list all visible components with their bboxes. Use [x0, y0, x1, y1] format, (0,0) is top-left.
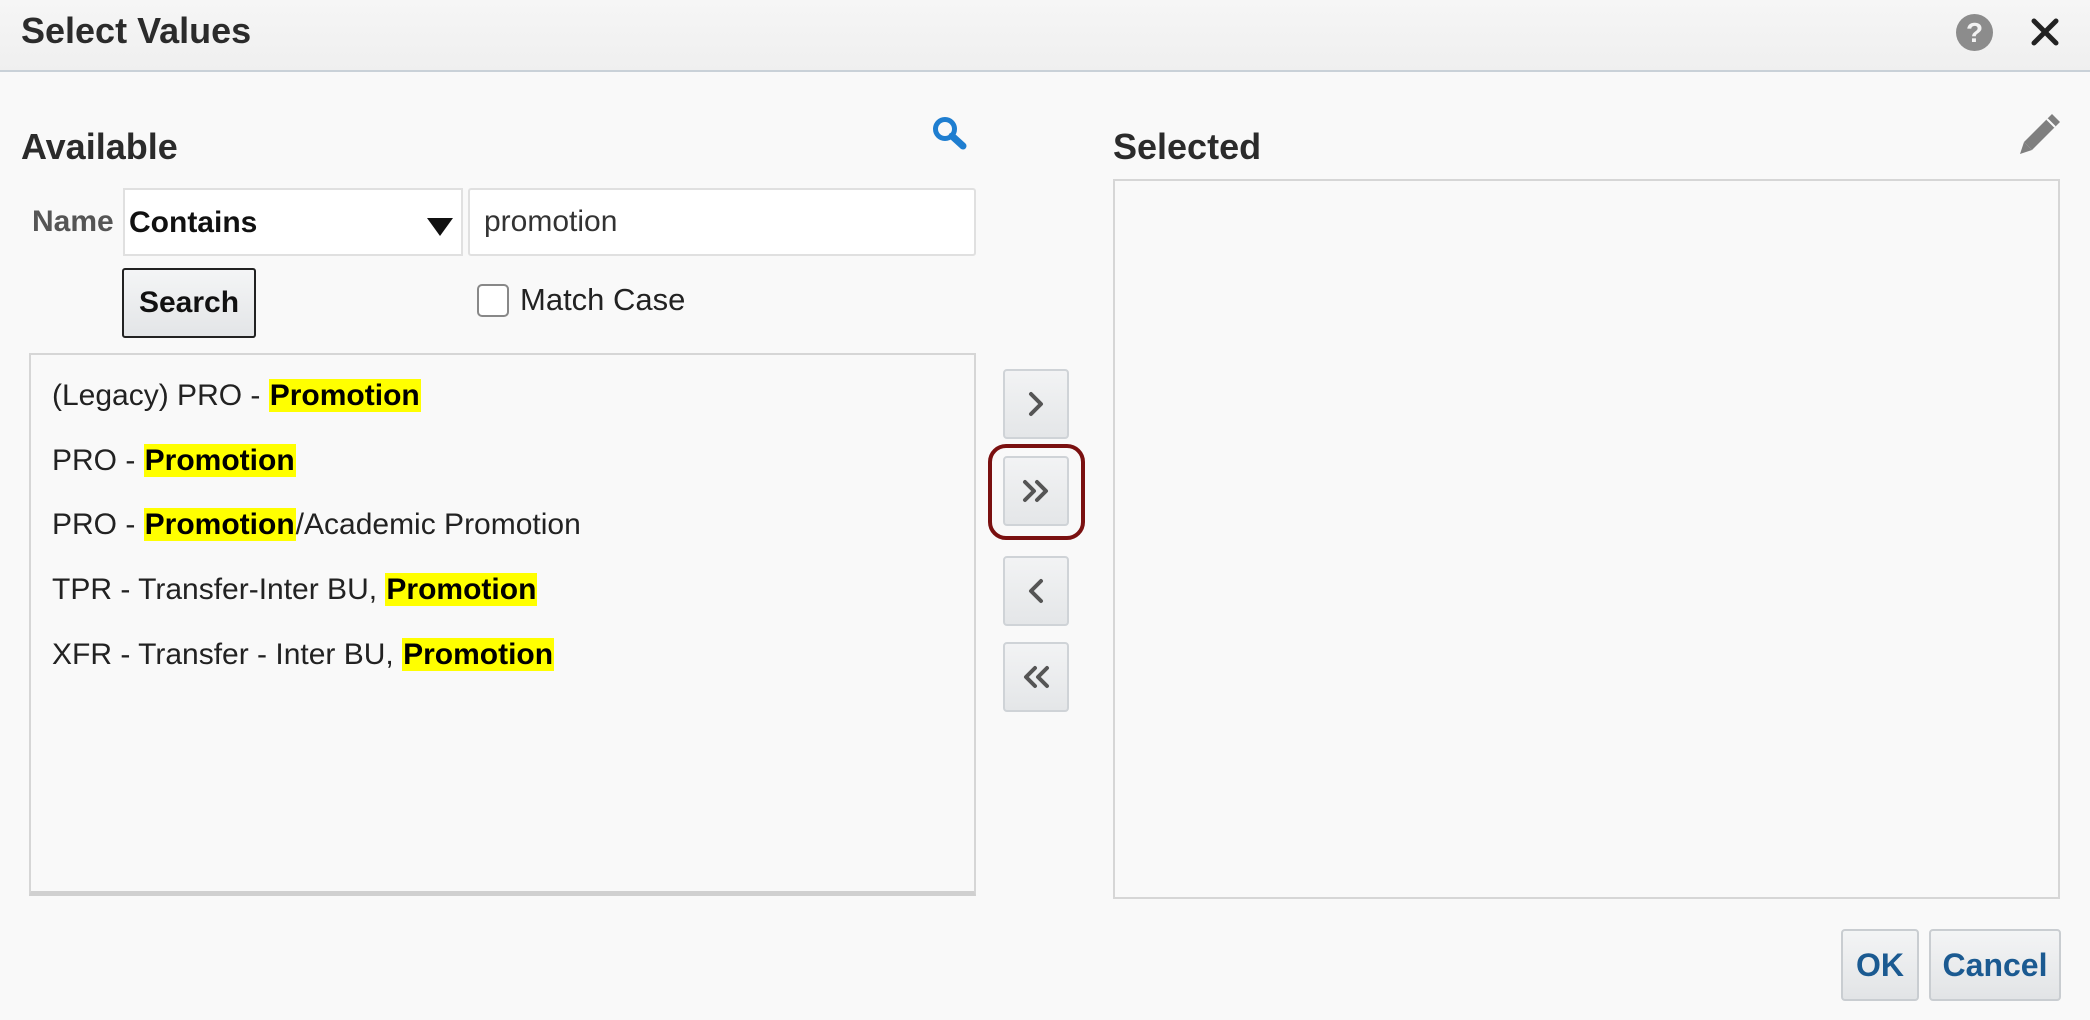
item-prefix: PRO - — [52, 508, 144, 541]
operator-select[interactable]: Contains — [123, 188, 463, 256]
operator-select-value: Contains — [129, 206, 258, 239]
item-prefix: TPR - Transfer-Inter BU, — [52, 573, 386, 606]
move-all-button[interactable] — [1003, 456, 1069, 526]
list-item[interactable]: XFR - Transfer - Inter BU, Promotion — [52, 633, 555, 677]
search-button[interactable]: Search — [122, 268, 256, 338]
item-match-highlight: Promotion — [385, 573, 538, 606]
double-chevron-right-icon — [1023, 480, 1048, 502]
double-chevron-left-icon — [1024, 666, 1049, 688]
item-match-highlight: Promotion — [143, 508, 296, 541]
item-prefix: PRO - — [52, 444, 144, 477]
move-button[interactable] — [1003, 369, 1069, 439]
list-item[interactable]: PRO - Promotion — [52, 439, 296, 483]
chevron-left-icon — [1029, 579, 1043, 603]
item-prefix: (Legacy) PRO - — [52, 379, 269, 412]
select-values-dialog: Select Values ? Available Name Contains … — [0, 0, 2090, 1020]
item-prefix: XFR - Transfer - Inter BU, — [52, 638, 403, 671]
selected-heading: Selected — [1113, 126, 1262, 167]
checkbox-box[interactable] — [477, 284, 509, 317]
search-query-input[interactable] — [468, 188, 976, 256]
item-match-highlight: Promotion — [268, 379, 421, 412]
list-item[interactable]: (Legacy) PRO - Promotion — [52, 374, 421, 418]
dialog-titlebar: Select Values ? — [0, 0, 2090, 72]
help-icon[interactable]: ? — [1956, 14, 1993, 51]
ok-button[interactable]: OK — [1841, 929, 1919, 1001]
search-icon[interactable] — [930, 114, 970, 154]
list-item[interactable]: PRO - Promotion/Academic Promotion — [52, 503, 581, 547]
name-field-label: Name — [32, 205, 114, 238]
available-heading: Available — [21, 126, 178, 167]
dialog-title: Select Values — [21, 10, 252, 51]
remove-all-button[interactable] — [1003, 642, 1069, 712]
dropdown-arrow-icon — [427, 218, 453, 236]
item-match-highlight: Promotion — [402, 638, 555, 671]
chevron-right-icon — [1029, 392, 1043, 416]
list-item[interactable]: TPR - Transfer-Inter BU, Promotion — [52, 568, 538, 612]
remove-button[interactable] — [1003, 556, 1069, 626]
available-list[interactable]: (Legacy) PRO - Promotion PRO - Promotion… — [29, 353, 976, 896]
match-case-label: Match Case — [520, 282, 686, 317]
item-match-highlight: Promotion — [143, 444, 296, 477]
item-suffix: /Academic Promotion — [295, 508, 581, 541]
cancel-button[interactable]: Cancel — [1929, 929, 2061, 1001]
pencil-icon[interactable] — [2016, 110, 2064, 158]
close-icon[interactable] — [2026, 12, 2064, 52]
selected-list[interactable] — [1113, 179, 2060, 899]
